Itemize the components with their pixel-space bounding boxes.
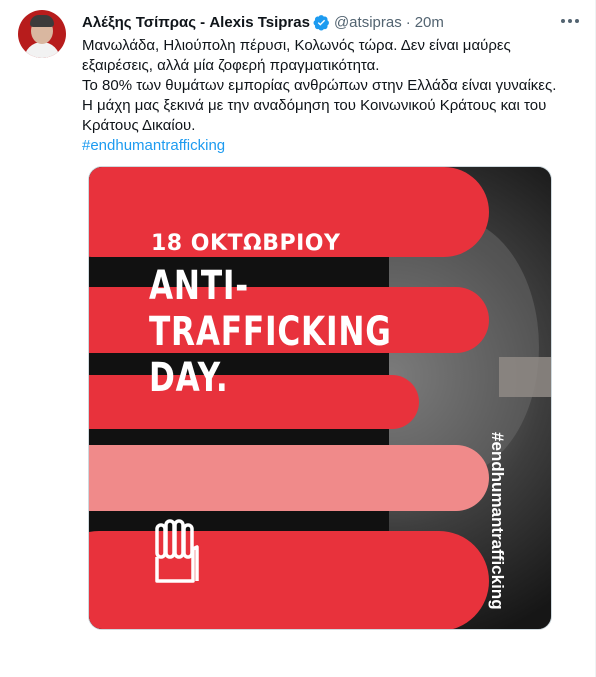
verified-badge-icon bbox=[313, 14, 329, 31]
hashtag-link[interactable]: #endhumantrafficking bbox=[82, 136, 582, 156]
author-name[interactable]: Αλέξης Τσίπρας - Alexis Tsipras bbox=[82, 14, 310, 31]
separator-dot: · bbox=[405, 13, 411, 31]
tweet-image[interactable]: 18 ΟΚΤΩΒΡΙΟΥ ANTI- TRAFFICKING DAY. #end… bbox=[88, 166, 552, 630]
tweet-card[interactable]: Αλέξης Τσίπρας - Alexis Tsipras @atsipra… bbox=[0, 0, 596, 677]
tweet-line: Το 80% των θυμάτων εμπορίας ανθρώπων στη… bbox=[82, 77, 557, 94]
poster-headline: ANTI- TRAFFICKING DAY. bbox=[149, 263, 392, 401]
tweet-line: Μανωλάδα, Ηλιούπολη πέρυσι, Κολωνός τώρα… bbox=[82, 37, 511, 74]
tweet-header: Αλέξης Τσίπρας - Alexis Tsipras @atsipra… bbox=[82, 12, 444, 32]
raised-hand-icon bbox=[155, 519, 199, 583]
tweet-text: Μανωλάδα, Ηλιούπολη πέρυσι, Κολωνός τώρα… bbox=[82, 36, 582, 156]
poster-vertical-hashtag: #endhumantrafficking bbox=[488, 432, 507, 610]
avatar[interactable] bbox=[18, 10, 66, 58]
poster-date: 18 ΟΚΤΩΒΡΙΟΥ bbox=[151, 231, 341, 256]
tweet-line: Η μάχη μας ξεκινά με την αναδόμηση του Κ… bbox=[82, 97, 547, 134]
more-options-icon[interactable] bbox=[559, 10, 581, 32]
tweet-timestamp[interactable]: 20m bbox=[415, 14, 444, 31]
author-handle[interactable]: @atsipras bbox=[334, 14, 402, 31]
